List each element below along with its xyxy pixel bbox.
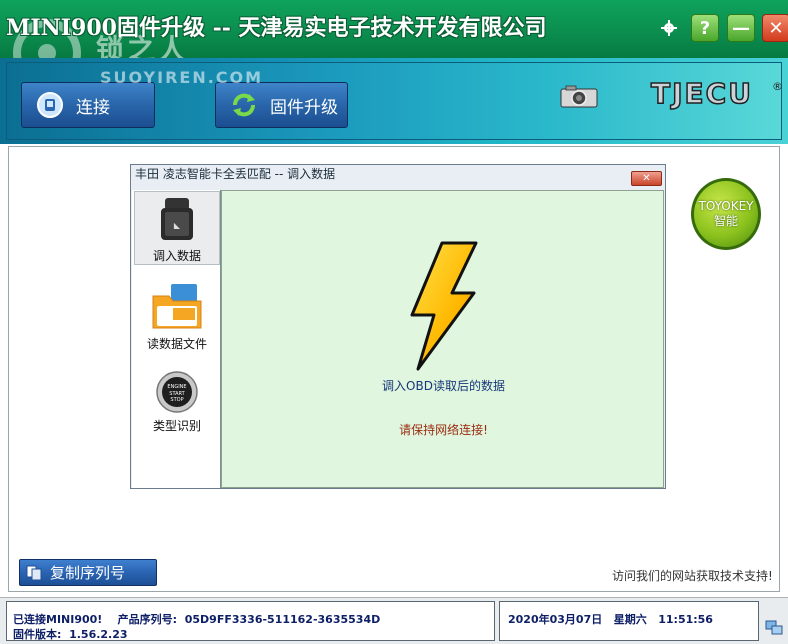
- close-icon: ✕: [642, 173, 651, 184]
- status-bar: 已连接MINI900! 产品序列号: 05D9FF3336-511162-363…: [0, 597, 788, 644]
- connect-button[interactable]: 连接: [21, 82, 155, 128]
- close-button[interactable]: ✕: [762, 14, 788, 42]
- svg-text:STOP: STOP: [170, 397, 183, 403]
- watermark-url: SUOYIREN.COM: [100, 68, 264, 87]
- serial-value: 05D9FF3336-511162-3635534D: [184, 613, 381, 626]
- toyokey-label: TOYOKEY: [698, 199, 754, 213]
- toyokey-smart-button[interactable]: TOYOKEY 智能: [691, 178, 761, 250]
- copy-serial-button[interactable]: 复制序列号: [19, 559, 157, 586]
- sidebar-item-load-data[interactable]: ◣ 调入数据: [134, 191, 220, 265]
- lightning-bolt-icon: [410, 241, 478, 371]
- firmware-value: 1.56.2.23: [69, 628, 128, 641]
- window-title: MINI900固件升级 -- 天津易实电子技术开发有限公司: [6, 15, 547, 41]
- title-bar: MINI900固件升级 -- 天津易实电子技术开发有限公司 锁之人 ? — ✕: [0, 0, 788, 87]
- sidebar-item-type-identify[interactable]: ENGINE START STOP 类型识别: [134, 370, 220, 436]
- firmware-label: 固件版本:: [13, 628, 62, 641]
- connection-status: 已连接MINI900!: [13, 613, 103, 626]
- device-status-panel: 已连接MINI900! 产品序列号: 05D9FF3336-511162-363…: [6, 601, 495, 641]
- sidebar-item-label: 类型识别: [152, 419, 201, 433]
- network-status-icon: [765, 620, 783, 635]
- connect-icon: [37, 92, 63, 118]
- brand-logo: TJECU: [650, 76, 753, 111]
- help-icon: ?: [699, 17, 711, 39]
- minimize-button[interactable]: —: [727, 14, 755, 42]
- help-button[interactable]: ?: [691, 14, 719, 42]
- instruction-text: 调入OBD读取后的数据: [382, 379, 505, 393]
- sidebar-item-label: 读数据文件: [146, 337, 207, 351]
- datetime-text: 2020年03月07日 星期六 11:51:56: [508, 611, 713, 627]
- weekday-value: 星期六: [613, 613, 647, 626]
- datetime-panel: 2020年03月07日 星期六 11:51:56: [499, 601, 759, 641]
- connect-label: 连接: [76, 97, 110, 118]
- svg-text:◣: ◣: [174, 221, 181, 230]
- gear-icon: [661, 20, 677, 36]
- close-icon: ✕: [768, 17, 784, 39]
- start-stop-button-icon: ENGINE START STOP: [156, 371, 198, 413]
- toyokey-sublabel: 智能: [713, 214, 738, 228]
- svg-text:ENGINE: ENGINE: [167, 384, 186, 390]
- support-link[interactable]: 访问我们的网站获取技术支持!: [612, 567, 773, 584]
- firmware-upgrade-button[interactable]: 固件升级: [215, 82, 348, 128]
- network-warning-text: 请保持网络连接!: [399, 423, 488, 437]
- dialog-title: 丰田 凌志智能卡全丢匹配 -- 调入数据: [135, 167, 336, 181]
- sidebar-item-read-file[interactable]: 读数据文件: [134, 282, 220, 352]
- time-value: 11:51:56: [658, 613, 713, 626]
- obd-connector-icon: ◣: [161, 198, 193, 240]
- dialog-close-button[interactable]: ✕: [631, 171, 662, 186]
- dialog-sidebar: ◣ 调入数据 读数据文件 ENGINE START STOP 类型识别: [132, 190, 221, 488]
- upgrade-label: 固件升级: [270, 97, 338, 118]
- settings-button[interactable]: [657, 14, 681, 42]
- camera-icon[interactable]: [560, 84, 598, 108]
- copy-icon: [26, 565, 42, 580]
- folder-icon: [152, 284, 202, 329]
- refresh-icon: [233, 93, 255, 117]
- serial-label: 产品序列号:: [117, 613, 178, 626]
- status-line-2: 固件版本: 1.56.2.23: [13, 626, 128, 642]
- sidebar-item-label: 调入数据: [152, 249, 201, 263]
- date-value: 2020年03月07日: [508, 613, 603, 626]
- minimize-icon: —: [732, 17, 750, 39]
- status-line-1: 已连接MINI900! 产品序列号: 05D9FF3336-511162-363…: [13, 611, 380, 627]
- registered-mark: ®: [772, 80, 783, 93]
- copy-serial-label: 复制序列号: [50, 564, 126, 582]
- dialog-content: 调入OBD读取后的数据 请保持网络连接!: [221, 190, 664, 488]
- data-load-dialog: 丰田 凌志智能卡全丢匹配 -- 调入数据 ✕ ◣ 调入数据 读数据文件 ENGI…: [130, 164, 666, 489]
